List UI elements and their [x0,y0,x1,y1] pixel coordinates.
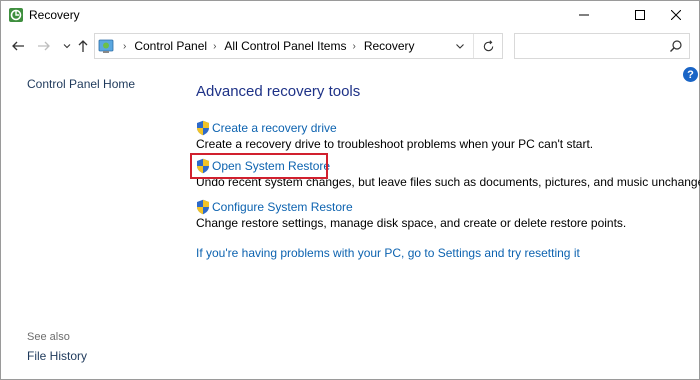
reset-pc-link[interactable]: If you're having problems with your PC, … [196,246,580,260]
tool-link-row: Configure System Restore [196,199,626,215]
minimize-button[interactable] [561,1,607,29]
breadcrumb-item-recovery[interactable]: Recovery [364,39,415,53]
arrow-left-icon [12,41,24,51]
back-button[interactable] [8,36,28,56]
minimize-icon [579,14,589,16]
uac-shield-icon [197,199,209,215]
refresh-button[interactable] [480,38,496,54]
search-input[interactable] [514,33,690,59]
tool-create-recovery-drive: Create a recovery drive Create a recover… [196,120,593,151]
breadcrumb: › Control Panel › All Control Panel Item… [117,34,415,58]
create-recovery-drive-link[interactable]: Create a recovery drive [212,121,337,135]
address-divider [473,34,474,58]
breadcrumb-separator-icon[interactable]: › [352,41,355,52]
up-button[interactable] [73,36,93,56]
address-dropdown-button[interactable] [452,38,468,54]
create-recovery-drive-description: Create a recovery drive to troubleshoot … [196,137,594,151]
arrow-right-icon [38,41,50,51]
window-title: Recovery [29,8,80,22]
refresh-icon [483,39,493,51]
title-bar: Recovery [1,1,699,29]
arrow-up-icon [78,40,88,52]
recovery-app-icon [9,8,23,22]
breadcrumb-separator-icon: › [123,40,127,52]
breadcrumb-separator-icon[interactable]: › [213,41,216,52]
tool-configure-system-restore: Configure System Restore Change restore … [196,199,626,230]
navigation-bar: › Control Panel › All Control Panel Item… [1,31,699,61]
control-panel-home-link[interactable]: Control Panel Home [27,77,135,91]
file-history-link[interactable]: File History [27,349,87,363]
address-bar[interactable]: › Control Panel › All Control Panel Item… [94,33,503,59]
tool-link-row: Create a recovery drive [196,120,593,136]
search-icon[interactable] [669,39,683,53]
breadcrumb-item-control-panel[interactable]: Control Panel [134,39,207,53]
left-pane: Control Panel Home See also File History [1,63,173,379]
highlight-box [190,153,328,179]
uac-shield-icon [197,120,209,136]
chevron-down-icon [63,44,71,49]
configure-system-restore-link[interactable]: Configure System Restore [212,200,353,214]
control-panel-icon [98,39,114,53]
page-title: Advanced recovery tools [196,83,361,100]
chevron-down-icon [456,44,464,49]
main-content: Advanced recovery tools Create a recover… [173,63,700,379]
forward-button[interactable] [34,36,54,56]
see-also-label: See also [27,331,70,343]
recovery-window: Recovery › Control Panel › All Control P… [0,0,700,380]
maximize-icon [635,10,645,20]
close-button[interactable] [653,1,699,29]
breadcrumb-item-all-control-panel-items[interactable]: All Control Panel Items [224,39,346,53]
configure-system-restore-description: Change restore settings, manage disk spa… [196,216,627,230]
close-icon [671,10,681,20]
